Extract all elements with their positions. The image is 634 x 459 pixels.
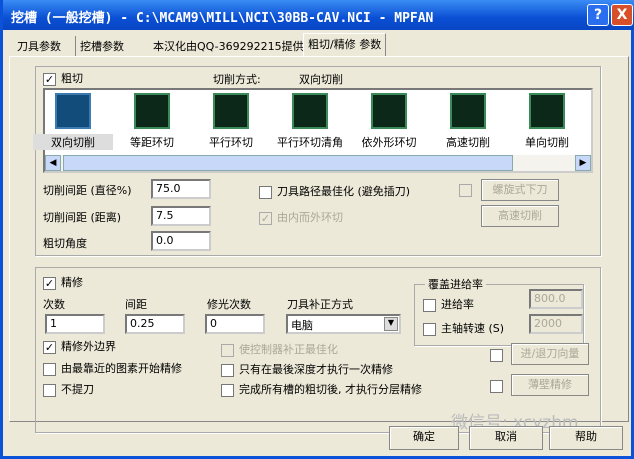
no-retract-checkbox[interactable]: 不提刀 (43, 381, 94, 397)
stepover-dist-label: 切削间距 (距离) (43, 211, 122, 224)
override-feed-title: 覆盖进给率 (425, 276, 486, 292)
feed-rate-checkbox[interactable]: 进给率 (423, 296, 474, 312)
optimize-checkbox[interactable]: 刀具路径最佳化 (避免插刀) (259, 183, 410, 199)
high-speed-icon[interactable] (450, 93, 486, 129)
spindle-speed-input[interactable]: 2000 (529, 314, 583, 334)
tab-credit: 本汉化由QQ-369292215提供 (153, 40, 304, 53)
method-parallel-spiral[interactable]: 平行环切 (191, 134, 271, 150)
help-button[interactable]: 帮助 (549, 426, 623, 450)
zigzag-icon[interactable] (55, 93, 91, 129)
morph-spiral-icon[interactable] (371, 93, 407, 129)
scroll-right-icon[interactable]: ▶ (575, 155, 591, 171)
method-high-speed[interactable]: 高速切削 (428, 134, 508, 150)
tab-tool-params[interactable]: 刀具参数 (13, 36, 65, 56)
method-constant-spiral[interactable]: 等距环切 (112, 134, 192, 150)
cutter-comp-label: 刀具补正方式 (287, 298, 353, 311)
one-way-icon[interactable] (529, 93, 565, 129)
horizontal-scrollbar[interactable]: ◀ ▶ (45, 155, 591, 171)
spring-passes-input[interactable]: 0 (205, 314, 265, 334)
inside-out-checkbox[interactable]: ✓ 由内而外环切 (259, 209, 343, 225)
help-title-button[interactable]: ? (587, 4, 609, 26)
passes-input[interactable]: 1 (45, 314, 105, 334)
nearest-entity-checkbox[interactable]: 由最靠近的图素开始精修 (43, 360, 182, 376)
control-comp-optimize-checkbox[interactable]: 使控制器补正最佳化 (221, 341, 338, 357)
feed-rate-input[interactable]: 800.0 (529, 289, 583, 309)
finish-outer-checkbox[interactable]: ✓ 精修外边界 (43, 338, 116, 354)
parallel-spiral-clean-corners-icon[interactable] (292, 93, 328, 129)
dialog-window: 挖槽 (一般挖槽) - C:\MCAM9\MILL\NCI\30BB-CAV.N… (0, 0, 634, 459)
stepover-pct-input[interactable]: 75.0 (151, 179, 211, 199)
lead-in-out-button[interactable]: 进/退刀向量 (511, 343, 589, 365)
method-parallel-clean[interactable]: 平行环切清角 (270, 134, 350, 150)
parallel-spiral-icon[interactable] (213, 93, 249, 129)
helix-entry-button[interactable]: 螺旋式下刀 (481, 179, 559, 201)
finish-checkbox[interactable]: ✓ 精修 (43, 274, 83, 290)
cut-method-list[interactable]: 双向切削 等距环切 平行环切 平行环切清角 依外形环切 高速切削 单向切削 ◀ … (33, 88, 593, 173)
thin-wall-button[interactable]: 薄壁精修 (511, 374, 589, 396)
spring-passes-label: 修光次数 (207, 298, 251, 311)
rough-angle-label: 粗切角度 (43, 237, 87, 250)
close-button[interactable]: X (611, 4, 633, 26)
tab-pocket-params[interactable]: 挖槽参数 (75, 36, 128, 56)
chevron-down-icon[interactable]: ▼ (384, 317, 398, 331)
rough-checkbox[interactable]: ✓ 粗切 (43, 70, 83, 86)
method-morph-spiral[interactable]: 依外形环切 (349, 134, 429, 150)
scroll-left-icon[interactable]: ◀ (45, 155, 61, 171)
high-speed-button[interactable]: 高速切削 (481, 205, 559, 227)
title-bar: 挖槽 (一般挖槽) - C:\MCAM9\MILL\NCI\30BB-CAV.N… (3, 0, 634, 30)
after-all-roughing-checkbox[interactable]: 完成所有槽的粗切後, 才执行分层精修 (221, 381, 422, 397)
spindle-speed-checkbox[interactable]: 主轴转速 (S) (423, 320, 504, 336)
lead-in-out-checkbox[interactable] (490, 348, 508, 362)
thin-wall-checkbox[interactable] (490, 379, 508, 393)
cut-method-value: 双向切削 (299, 73, 343, 86)
ok-button[interactable]: 确定 (389, 426, 459, 450)
method-zigzag[interactable]: 双向切削 (33, 134, 113, 150)
tab-rough-finish[interactable]: 粗切/精修 参数 (303, 33, 387, 57)
passes-label: 次数 (43, 298, 65, 311)
stepover-dist-input[interactable]: 7.5 (151, 206, 211, 226)
final-depth-only-checkbox[interactable]: 只有在最後深度才执行一次精修 (221, 361, 393, 377)
helix-checkbox[interactable] (459, 183, 477, 197)
spacing-input[interactable]: 0.25 (125, 314, 185, 334)
cut-method-label: 切削方式: (213, 73, 261, 86)
rough-angle-input[interactable]: 0.0 (151, 231, 211, 251)
method-one-way[interactable]: 单向切削 (507, 134, 587, 150)
stepover-pct-label: 切削间距 (直径%) (43, 184, 132, 197)
window-title: 挖槽 (一般挖槽) - C:\MCAM9\MILL\NCI\30BB-CAV.N… (11, 11, 434, 26)
cancel-button[interactable]: 取消 (469, 426, 543, 450)
constant-overlap-spiral-icon[interactable] (134, 93, 170, 129)
cutter-comp-select[interactable]: 电脑 ▼ (286, 314, 401, 334)
scroll-thumb[interactable] (63, 155, 513, 171)
spacing-label: 间距 (125, 298, 147, 311)
